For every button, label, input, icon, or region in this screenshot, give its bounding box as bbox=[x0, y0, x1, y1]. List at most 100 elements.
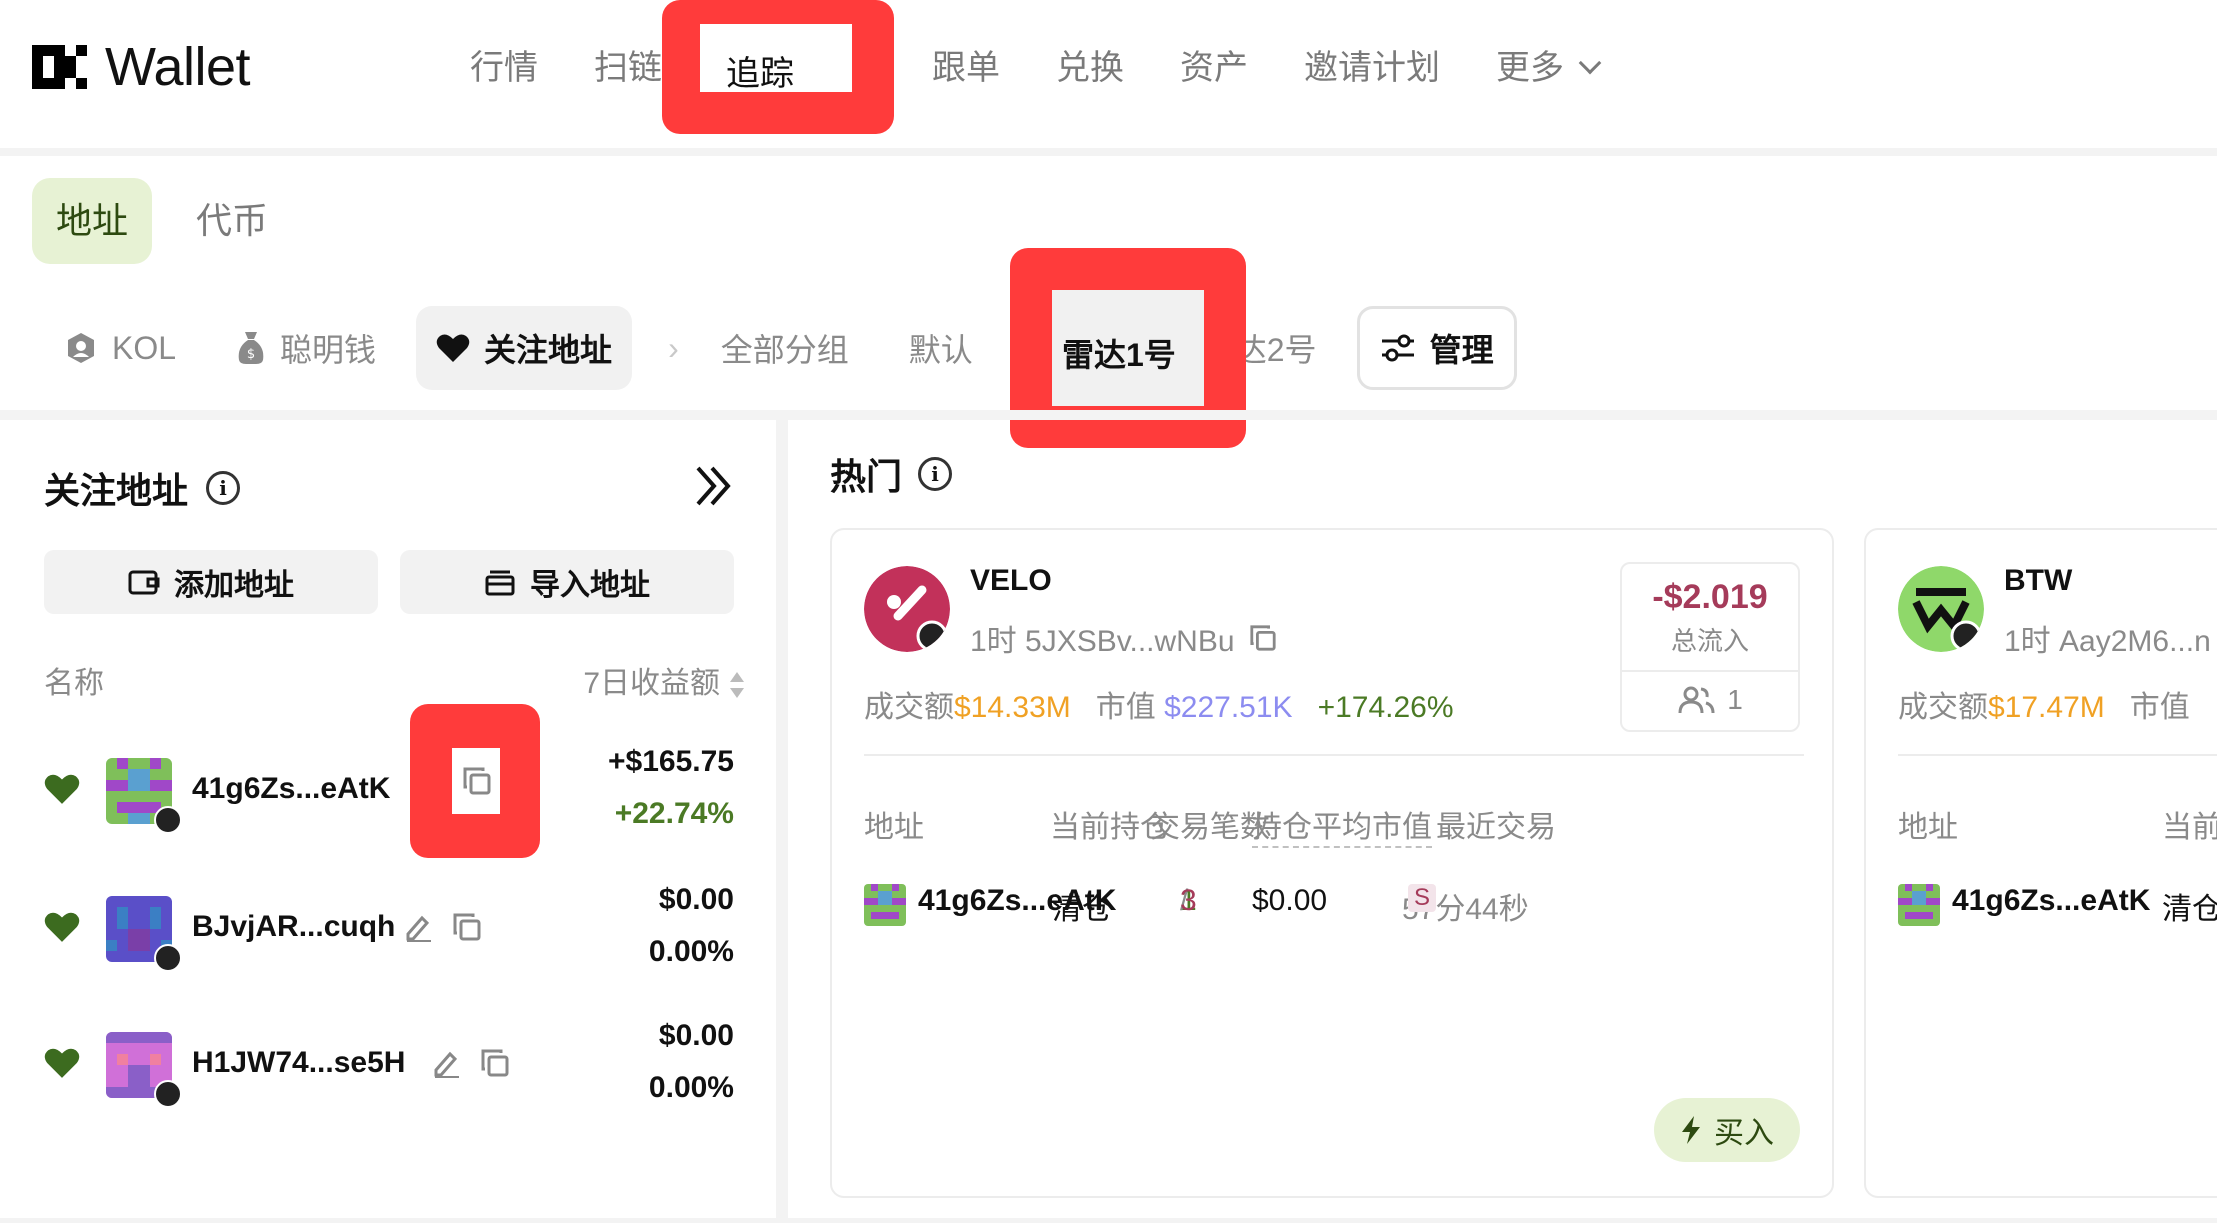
heart-icon[interactable] bbox=[44, 1046, 80, 1080]
divider bbox=[864, 754, 1804, 756]
chevron-right-icon: › bbox=[668, 329, 679, 366]
th-address: 地址 bbox=[1898, 811, 1958, 844]
avatar bbox=[1898, 884, 1940, 926]
pnl-value: +$165.75 bbox=[608, 745, 734, 778]
row-trades-sell: 3 bbox=[1180, 884, 1197, 917]
import-address-label: 导入地址 bbox=[530, 569, 650, 602]
token-name: BTW bbox=[2004, 564, 2073, 597]
pnl-value: $0.00 bbox=[658, 883, 734, 916]
hot-token-card[interactable]: VELO 1时 5JXSBv...wNBu 成交额$14.33M 市值 $227… bbox=[830, 528, 1834, 1198]
solana-icon bbox=[154, 806, 182, 834]
users-icon bbox=[1678, 686, 1715, 714]
wallet-icon bbox=[128, 570, 160, 595]
tab-smart-money-label: 聪明钱 bbox=[280, 332, 377, 368]
nav-item-invite[interactable]: 邀请计划 bbox=[1304, 40, 1440, 96]
volume-value: $14.33M bbox=[954, 691, 1071, 724]
tab-default[interactable]: 默认 bbox=[889, 306, 993, 390]
tab-kol[interactable]: KOL bbox=[44, 306, 196, 390]
copy-icon[interactable] bbox=[480, 1048, 510, 1078]
nav-item-assets[interactable]: 资产 bbox=[1180, 40, 1248, 96]
watch-row[interactable]: 41g6Zs...eAtK +$165.75 +22.74% bbox=[44, 736, 734, 846]
nav-more[interactable]: 更多 bbox=[1496, 40, 1602, 96]
token-name: VELO bbox=[970, 564, 1052, 597]
watch-panel-title-text: 关注地址 bbox=[44, 470, 189, 511]
heart-icon[interactable] bbox=[44, 910, 80, 944]
info-icon[interactable]: i bbox=[206, 471, 241, 505]
pnl-cell: +$165.75 +22.74% bbox=[608, 736, 734, 840]
tab-token[interactable]: 代币 bbox=[172, 178, 292, 264]
panel-actions: 添加地址 导入地址 bbox=[44, 550, 734, 614]
pnl-percent: 0.00% bbox=[648, 1071, 734, 1104]
manage-label: 管理 bbox=[1429, 332, 1494, 368]
address-text[interactable]: H1JW74...se5H bbox=[192, 1046, 405, 1080]
row-address[interactable]: 41g6Zs...eAtK bbox=[1952, 884, 2150, 918]
nav-track-highlighted-label[interactable]: 追踪 bbox=[726, 46, 794, 95]
nav-item-scan[interactable]: 扫链 bbox=[594, 40, 662, 96]
nav-item-market[interactable]: 行情 bbox=[470, 40, 538, 96]
nav-more-label: 更多 bbox=[1496, 49, 1564, 87]
col-pnl[interactable]: 7日收益额 bbox=[583, 658, 744, 702]
hot-token-card[interactable]: BTW 1时 Aay2M6...n 成交额$17.47M 市值 地址 当前 41… bbox=[1864, 528, 2217, 1198]
divider bbox=[0, 148, 2217, 156]
watch-row[interactable]: H1JW74...se5H $0.00 0.00% bbox=[44, 1010, 734, 1120]
row-avg: $0.00 bbox=[1252, 884, 1328, 917]
pnl-percent: 0.00% bbox=[648, 935, 734, 968]
th-avg-mcap[interactable]: 持仓平均市值 bbox=[1252, 802, 1432, 848]
tab-watch-address-label: 关注地址 bbox=[484, 332, 613, 368]
holder-count-value: 1 bbox=[1727, 684, 1743, 715]
segment-tabs: 地址 代币 bbox=[32, 178, 292, 264]
add-address-button[interactable]: 添加地址 bbox=[44, 550, 378, 614]
hot-title: 热门 i bbox=[830, 448, 953, 500]
watch-list-header: 名称 7日收益额 bbox=[44, 658, 744, 702]
panel-gutter bbox=[776, 420, 788, 1223]
tab-all-groups[interactable]: 全部分组 bbox=[701, 306, 869, 390]
btw-token-logo bbox=[1898, 566, 1984, 652]
watch-panel-title: 关注地址 i bbox=[44, 462, 241, 514]
divider bbox=[1898, 754, 2217, 756]
tab-watch-address[interactable]: 关注地址 bbox=[416, 306, 633, 390]
sliders-icon bbox=[1381, 334, 1414, 362]
info-icon[interactable]: i bbox=[918, 457, 953, 491]
nav-item-swap[interactable]: 兑换 bbox=[1056, 40, 1124, 96]
avatar bbox=[864, 884, 906, 926]
buy-button[interactable]: 买入 bbox=[1654, 1098, 1800, 1162]
solana-icon bbox=[154, 944, 182, 972]
net-flow-value: -$2.019 bbox=[1652, 578, 1768, 616]
row-holding: 清仓 bbox=[2162, 893, 2217, 926]
manage-button[interactable]: 管理 bbox=[1356, 306, 1517, 390]
heart-icon bbox=[436, 334, 470, 362]
mcap-label: 市值 bbox=[2129, 691, 2190, 724]
lightning-icon bbox=[1682, 1116, 1700, 1144]
sort-icon bbox=[730, 672, 744, 699]
solana-icon bbox=[154, 1080, 182, 1108]
th-recent: 最近交易 bbox=[1436, 811, 1556, 844]
copy-icon[interactable] bbox=[462, 766, 492, 796]
pnl-percent: +22.74% bbox=[614, 797, 734, 830]
copy-icon[interactable] bbox=[452, 912, 482, 942]
tab-radar-1[interactable]: 雷达1号 bbox=[1062, 330, 1176, 376]
tab-smart-money[interactable]: $ 聪明钱 bbox=[216, 306, 396, 390]
col-name: 名称 bbox=[44, 667, 104, 700]
pnl-value: $0.00 bbox=[658, 1019, 734, 1052]
import-address-button[interactable]: 导入地址 bbox=[400, 550, 734, 614]
tab-kol-label: KOL bbox=[112, 329, 177, 366]
change-value: +174.26% bbox=[1317, 691, 1454, 724]
heart-icon[interactable] bbox=[44, 772, 80, 806]
address-text[interactable]: BJvjAR...cuqh bbox=[192, 910, 395, 944]
chevron-down-icon bbox=[1578, 51, 1602, 75]
tab-address[interactable]: 地址 bbox=[32, 178, 153, 264]
top-navigation: Wallet 行情 扫链 追踪 号 跟单 兑换 资产 邀请计划 更多 bbox=[0, 0, 2217, 140]
nav-item-copytrade[interactable]: 跟单 bbox=[932, 40, 1000, 96]
money-bag-icon: $ bbox=[238, 332, 264, 364]
main-nav: 行情 扫链 追踪 号 跟单 兑换 资产 邀请计划 更多 bbox=[470, 40, 1654, 96]
holder-count: 1 bbox=[1622, 684, 1798, 716]
token-subtitle-text: 1时 5JXSBv...wNBu bbox=[970, 625, 1235, 658]
edit-icon[interactable] bbox=[432, 1048, 462, 1078]
edit-icon[interactable] bbox=[404, 912, 434, 942]
address-text[interactable]: 41g6Zs...eAtK bbox=[192, 772, 390, 806]
okx-logo[interactable]: Wallet bbox=[32, 37, 251, 97]
watch-row[interactable]: BJvjAR...cuqh $0.00 0.00% bbox=[44, 874, 734, 984]
copy-icon[interactable] bbox=[1249, 624, 1277, 652]
token-stats: 成交额$14.33M 市值 $227.51K +174.26% bbox=[864, 682, 1454, 726]
collapse-panel-icon[interactable] bbox=[694, 462, 734, 510]
